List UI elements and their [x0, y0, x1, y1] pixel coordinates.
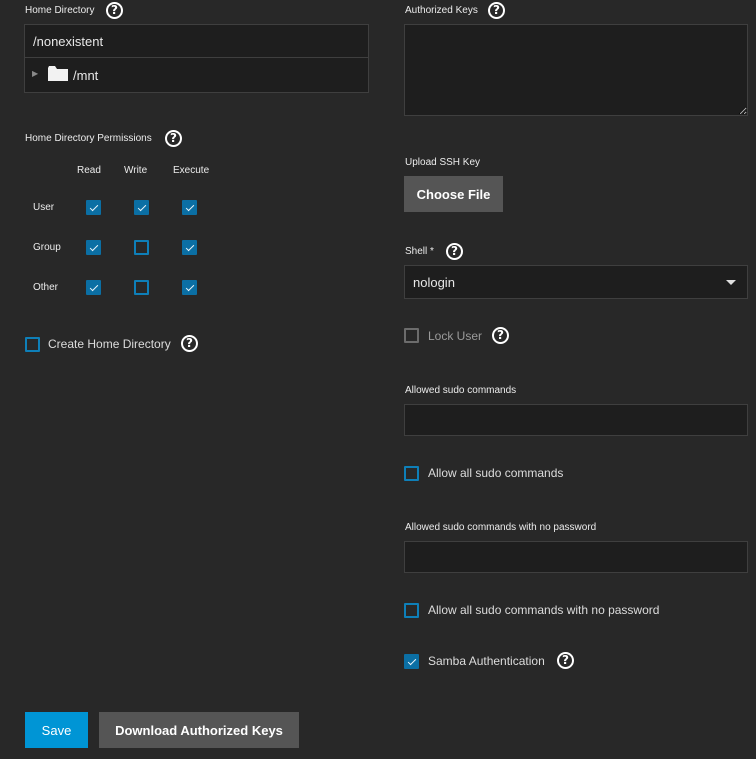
sudo-nopass-label: Allowed sudo commands with no password [405, 522, 597, 533]
sudo-input[interactable] [404, 404, 748, 436]
save-button[interactable]: Save [25, 712, 88, 748]
col-read: Read [77, 165, 101, 176]
shell-select[interactable]: nologin [404, 265, 748, 299]
choose-file-button[interactable]: Choose File [404, 176, 503, 212]
samba-label: Samba Authentication [428, 654, 545, 668]
other-write-checkbox[interactable] [134, 280, 149, 295]
allow-all-sudo-nopass-label: Allow all sudo commands with no password [428, 603, 660, 617]
lock-user-label: Lock User [428, 329, 483, 343]
permissions-help-icon[interactable]: ? [165, 130, 182, 147]
allow-all-sudo-checkbox[interactable] [404, 466, 419, 481]
group-write-checkbox[interactable] [134, 240, 149, 255]
other-execute-checkbox[interactable] [182, 280, 197, 295]
user-write-checkbox[interactable] [134, 200, 149, 215]
allow-all-sudo-label: Allow all sudo commands [428, 466, 564, 480]
other-read-checkbox[interactable] [86, 280, 101, 295]
authorized-keys-label: Authorized Keys [405, 5, 478, 16]
col-write: Write [124, 165, 148, 176]
col-execute: Execute [173, 165, 210, 176]
home-directory-input[interactable] [33, 31, 353, 51]
create-home-help-icon[interactable]: ? [181, 335, 198, 352]
create-home-label: Create Home Directory [48, 337, 171, 351]
create-home-checkbox[interactable] [25, 337, 40, 352]
row-group-label: Group [33, 242, 61, 253]
row-other-label: Other [33, 282, 59, 293]
home-directory-explorer: ▶ /mnt [24, 24, 369, 93]
shell-label: Shell * [405, 246, 434, 257]
lock-user-help-icon[interactable]: ? [492, 327, 509, 344]
authorized-keys-help-icon[interactable]: ? [488, 2, 505, 19]
user-read-checkbox[interactable] [86, 200, 101, 215]
sudo-nopass-input[interactable] [404, 541, 748, 573]
user-execute-checkbox[interactable] [182, 200, 197, 215]
lock-user-checkbox[interactable] [404, 328, 419, 343]
shell-value: nologin [413, 275, 455, 290]
folder-icon [48, 66, 68, 86]
home-directory-label: Home Directory [25, 5, 95, 16]
permissions-label: Home Directory Permissions [25, 133, 152, 144]
group-execute-checkbox[interactable] [182, 240, 197, 255]
group-read-checkbox[interactable] [86, 240, 101, 255]
divider [25, 57, 368, 58]
row-user-label: User [33, 202, 55, 213]
samba-checkbox[interactable] [404, 654, 419, 669]
expand-arrow-icon[interactable]: ▶ [32, 69, 38, 78]
download-keys-button[interactable]: Download Authorized Keys [99, 712, 299, 748]
upload-ssh-label: Upload SSH Key [405, 157, 481, 168]
sudo-label: Allowed sudo commands [405, 385, 517, 396]
home-directory-help-icon[interactable]: ? [106, 2, 123, 19]
tree-item-mnt[interactable]: /mnt [73, 68, 98, 83]
allow-all-sudo-nopass-checkbox[interactable] [404, 603, 419, 618]
authorized-keys-textarea[interactable] [404, 24, 748, 116]
samba-help-icon[interactable]: ? [557, 652, 574, 669]
shell-help-icon[interactable]: ? [446, 243, 463, 260]
chevron-down-icon [726, 280, 736, 285]
